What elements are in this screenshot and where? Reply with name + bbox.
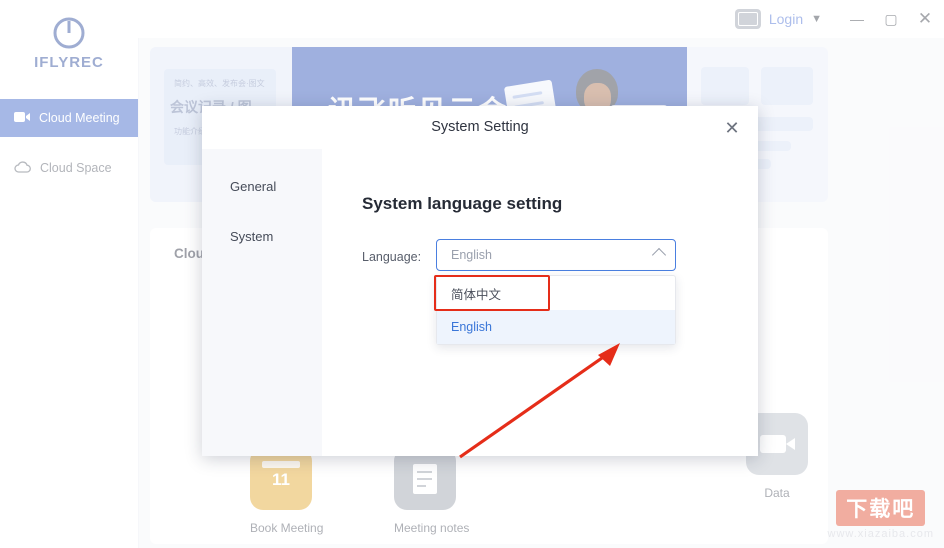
close-button[interactable]: ✕ <box>908 0 942 38</box>
video-camera-icon <box>14 111 30 126</box>
tile-meeting-notes[interactable]: Meeting notes <box>394 448 470 535</box>
logo-mark-icon <box>52 16 86 50</box>
system-setting-dialog: System Setting ✕ General System System l… <box>202 106 758 459</box>
chevron-up-icon[interactable] <box>651 247 667 263</box>
section-title: System language setting <box>362 194 563 213</box>
sidebar-item-label: Cloud Space <box>40 161 112 175</box>
cloud-icon <box>14 160 31 176</box>
dialog-nav: General System <box>202 149 322 456</box>
sidebar-item-label: Cloud Meeting <box>39 111 120 125</box>
language-select[interactable]: English <box>436 239 676 271</box>
banner-left-small-text: 简约、高效、发布会·图文 <box>174 79 265 88</box>
sidebar: IFLYREC Cloud Meeting Cloud Space <box>0 0 139 548</box>
tab-system-label: System <box>230 228 274 244</box>
annotation-arrow-icon <box>459 343 620 459</box>
tab-system[interactable]: System <box>202 217 322 255</box>
tab-general-label: General <box>230 178 277 194</box>
annotation-highlight-box <box>434 275 550 311</box>
tab-general[interactable]: General <box>202 167 322 205</box>
sidebar-item-cloud-meeting[interactable]: Cloud Meeting <box>0 99 138 137</box>
app-logo: IFLYREC <box>0 16 138 71</box>
dialog-header: System Setting ✕ <box>202 106 758 150</box>
minimize-button[interactable]: — <box>840 0 874 38</box>
tile-label: Meeting notes <box>394 521 470 535</box>
brand-name: IFLYREC <box>34 54 104 71</box>
watermark-url: www.xiazaiba.com <box>827 528 934 540</box>
note-icon <box>394 448 456 510</box>
language-label: Language: <box>362 250 422 264</box>
tile-label: Book Meeting <box>250 521 324 535</box>
tile-label: Data <box>764 486 790 500</box>
sidebar-item-cloud-space[interactable]: Cloud Space <box>0 149 138 187</box>
maximize-button[interactable]: ▢ <box>874 0 908 38</box>
tile-book-meeting[interactable]: 11 Book Meeting <box>250 448 324 535</box>
dialog-body: System language setting Language: Englis… <box>322 149 758 459</box>
calendar-day: 11 <box>272 470 290 489</box>
application-window: IFLYREC Cloud Meeting Cloud Space Login … <box>0 0 944 548</box>
chevron-down-icon[interactable]: ▼ <box>811 13 822 25</box>
dropdown-option-en[interactable]: English <box>437 310 675 344</box>
watermark-box: 下载吧 <box>836 490 926 526</box>
dialog-title: System Setting <box>431 119 529 135</box>
calendar-icon: 11 <box>250 448 312 510</box>
login-label[interactable]: Login <box>769 11 803 27</box>
avatar <box>734 9 761 29</box>
close-icon[interactable]: ✕ <box>720 116 744 140</box>
language-select-value: English <box>451 248 492 262</box>
login-control[interactable]: Login ▼ <box>734 9 822 29</box>
watermark: 下载吧 www.xiazaiba.com <box>828 490 934 540</box>
window-titlebar: Login ▼ — ▢ ✕ <box>138 0 944 38</box>
